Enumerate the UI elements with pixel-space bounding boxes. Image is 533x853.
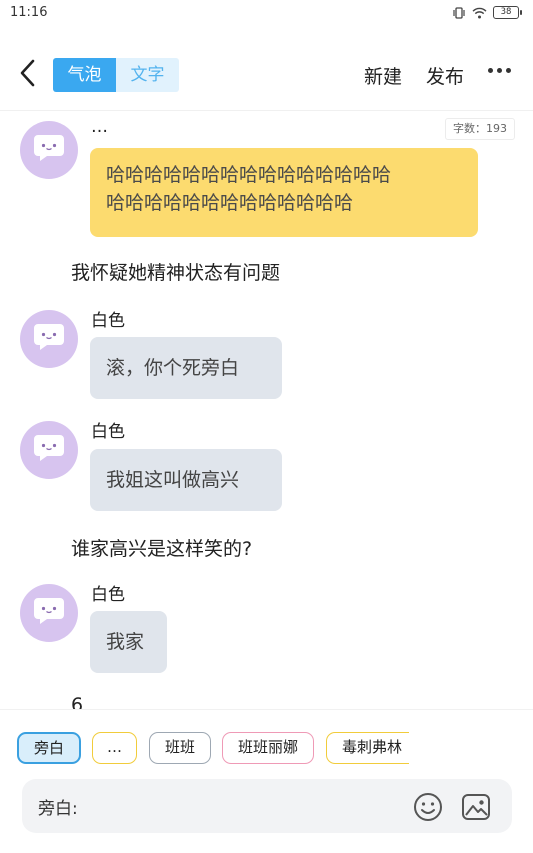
message-text-line: 哈哈哈哈哈哈哈哈哈哈哈哈哈 [106,192,354,214]
tab-bubble[interactable]: 气泡 [53,58,116,92]
character-chip[interactable]: 毒刺弗林 [326,732,409,764]
message-text-line: 哈哈哈哈哈哈哈哈哈哈哈哈哈哈哈 [106,164,392,186]
message-bubble[interactable]: 哈哈哈哈哈哈哈哈哈哈哈哈哈哈哈 哈哈哈哈哈哈哈哈哈哈哈哈哈 [90,148,478,237]
wifi-icon [472,7,487,19]
speech-bubble-avatar-icon [32,596,66,630]
smiley-icon [412,793,444,827]
image-icon [460,794,492,827]
chat-list[interactable]: 字数：193 … 哈哈哈哈哈哈哈哈哈哈哈哈哈哈哈 哈哈哈哈哈哈哈哈哈哈哈哈哈 我… [0,111,533,709]
character-chip[interactable]: 班班 [149,732,211,764]
character-chip-narrator[interactable]: 旁白 [17,732,81,764]
back-button[interactable] [12,58,42,92]
message-bubble[interactable]: 滚，你个死旁白 [90,337,282,399]
top-bar: 气泡 文字 新建 发布 [0,44,533,106]
emoji-button[interactable] [412,791,444,823]
image-button[interactable] [460,791,492,823]
battery-icon: 38 [493,6,522,19]
story-editor-screen: 11:16 38 气泡 文字 新建 发布 字数：193 … 哈哈哈哈哈哈哈哈哈哈… [0,0,533,853]
avatar[interactable] [20,121,78,179]
mode-toggle: 气泡 文字 [53,58,179,92]
message-input-bar: 旁白: [22,779,512,833]
speaker-name: 白色 [91,311,125,331]
character-chip[interactable]: … [92,732,137,764]
speech-bubble-avatar-icon [32,322,66,356]
narration-text[interactable]: 谁家高兴是这样笑的? [71,534,252,561]
new-button[interactable]: 新建 [364,62,402,89]
avatar[interactable] [20,584,78,642]
avatar[interactable] [20,421,78,479]
message-bubble[interactable]: 我家 [90,611,167,673]
status-bar: 11:16 38 [0,0,533,28]
character-chip[interactable]: 班班丽娜 [222,732,314,764]
message-input[interactable] [90,789,410,823]
composer-panel: 旁白 … 班班 班班丽娜 毒刺弗林 旁白: [0,709,533,853]
character-selector: 旁白 … 班班 班班丽娜 毒刺弗林 [17,732,409,764]
avatar[interactable] [20,310,78,368]
vibrate-icon [452,6,466,19]
status-time: 11:16 [10,5,48,20]
word-count-badge: 字数：193 [445,118,515,140]
more-horizontal-icon [488,68,511,73]
tab-text[interactable]: 文字 [116,58,179,92]
narration-text[interactable]: 我怀疑她精神状态有问题 [71,258,280,285]
publish-button[interactable]: 发布 [426,62,464,89]
speaker-name: … [91,117,108,137]
speech-bubble-avatar-icon [32,433,66,467]
message-bubble[interactable]: 我姐这叫做高兴 [90,449,282,511]
speaker-label: 旁白: [38,799,78,819]
chevron-left-icon [18,58,36,92]
more-button[interactable] [488,68,511,73]
speaker-name: 白色 [91,585,125,605]
speech-bubble-avatar-icon [32,133,66,167]
speaker-name: 白色 [91,422,125,442]
status-icons: 38 [452,6,522,19]
narration-text[interactable]: 6 [71,694,83,709]
